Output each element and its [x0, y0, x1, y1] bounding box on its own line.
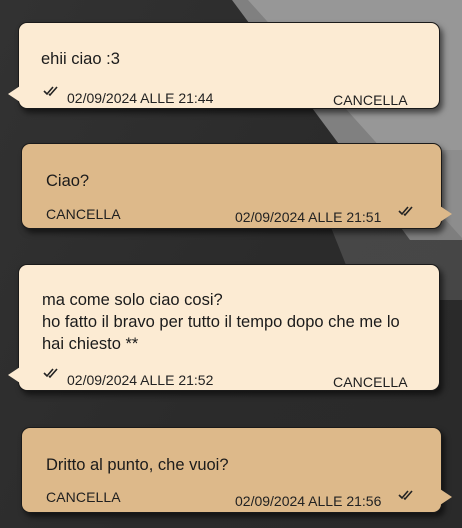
- bubble-tail: [8, 86, 20, 102]
- delete-message-button[interactable]: CANCELLA: [333, 374, 408, 390]
- message-bubble-outgoing: Dritto al punto, che vuoi? CANCELLA 02/0…: [21, 427, 452, 513]
- message-text: ma come solo ciao cosi? ho fatto il brav…: [42, 291, 400, 353]
- double-check-icon: [43, 86, 58, 97]
- bubble-tail: [440, 206, 452, 222]
- message-bubble-outgoing: Ciao? CANCELLA 02/09/2024 ALLE 21:51: [21, 143, 452, 229]
- double-check-icon: [398, 490, 413, 501]
- delete-message-button[interactable]: CANCELLA: [46, 489, 121, 505]
- message-timestamp: 02/09/2024 ALLE 21:51: [235, 209, 382, 225]
- message-bubble-incoming: ma come solo ciao cosi? ho fatto il brav…: [8, 264, 440, 391]
- double-check-icon: [43, 368, 58, 379]
- message-text: Dritto al punto, che vuoi?: [46, 456, 229, 474]
- double-check-icon: [398, 206, 413, 217]
- bubble-tail: [440, 489, 452, 505]
- message-timestamp: 02/09/2024 ALLE 21:52: [67, 372, 214, 388]
- delete-message-button[interactable]: CANCELLA: [333, 92, 408, 108]
- message-text: Ciao?: [46, 172, 90, 190]
- message-timestamp: 02/09/2024 ALLE 21:56: [235, 493, 382, 509]
- message-bubble-incoming: ehii ciao :3 02/09/2024 ALLE 21:44 CANCE…: [8, 22, 440, 109]
- bubble-tail: [8, 367, 20, 383]
- message-text: ehii ciao :3: [41, 50, 120, 68]
- message-timestamp: 02/09/2024 ALLE 21:44: [67, 90, 214, 106]
- delete-message-button[interactable]: CANCELLA: [46, 206, 121, 222]
